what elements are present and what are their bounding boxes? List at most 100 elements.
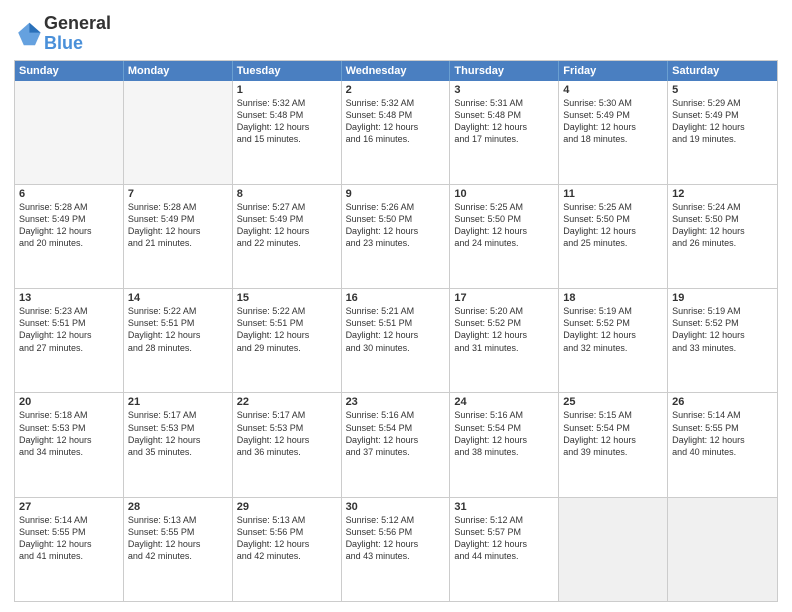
calendar-cell: 13Sunrise: 5:23 AMSunset: 5:51 PMDayligh… [15, 289, 124, 392]
day-number: 30 [346, 501, 446, 513]
cell-info: Sunrise: 5:27 AMSunset: 5:49 PMDaylight:… [237, 201, 337, 250]
calendar-cell: 27Sunrise: 5:14 AMSunset: 5:55 PMDayligh… [15, 498, 124, 601]
cell-info: Sunrise: 5:19 AMSunset: 5:52 PMDaylight:… [563, 305, 663, 354]
calendar-cell: 19Sunrise: 5:19 AMSunset: 5:52 PMDayligh… [668, 289, 777, 392]
page: General Blue SundayMondayTuesdayWednesda… [0, 0, 792, 612]
calendar-cell: 20Sunrise: 5:18 AMSunset: 5:53 PMDayligh… [15, 393, 124, 496]
cell-info: Sunrise: 5:32 AMSunset: 5:48 PMDaylight:… [237, 97, 337, 146]
weekday-header: Sunday [15, 61, 124, 81]
cell-info: Sunrise: 5:25 AMSunset: 5:50 PMDaylight:… [563, 201, 663, 250]
cell-info: Sunrise: 5:26 AMSunset: 5:50 PMDaylight:… [346, 201, 446, 250]
day-number: 8 [237, 188, 337, 200]
calendar-cell: 22Sunrise: 5:17 AMSunset: 5:53 PMDayligh… [233, 393, 342, 496]
calendar-cell: 23Sunrise: 5:16 AMSunset: 5:54 PMDayligh… [342, 393, 451, 496]
cell-info: Sunrise: 5:25 AMSunset: 5:50 PMDaylight:… [454, 201, 554, 250]
day-number: 6 [19, 188, 119, 200]
day-number: 24 [454, 396, 554, 408]
calendar-cell: 2Sunrise: 5:32 AMSunset: 5:48 PMDaylight… [342, 81, 451, 184]
calendar-cell: 24Sunrise: 5:16 AMSunset: 5:54 PMDayligh… [450, 393, 559, 496]
cell-info: Sunrise: 5:14 AMSunset: 5:55 PMDaylight:… [672, 409, 773, 458]
day-number: 12 [672, 188, 773, 200]
cell-info: Sunrise: 5:22 AMSunset: 5:51 PMDaylight:… [237, 305, 337, 354]
calendar-cell: 31Sunrise: 5:12 AMSunset: 5:57 PMDayligh… [450, 498, 559, 601]
day-number: 18 [563, 292, 663, 304]
calendar-cell: 30Sunrise: 5:12 AMSunset: 5:56 PMDayligh… [342, 498, 451, 601]
weekday-header: Wednesday [342, 61, 451, 81]
calendar-cell [124, 81, 233, 184]
calendar-cell: 28Sunrise: 5:13 AMSunset: 5:55 PMDayligh… [124, 498, 233, 601]
cell-info: Sunrise: 5:15 AMSunset: 5:54 PMDaylight:… [563, 409, 663, 458]
calendar-header: SundayMondayTuesdayWednesdayThursdayFrid… [15, 61, 777, 81]
day-number: 29 [237, 501, 337, 513]
cell-info: Sunrise: 5:16 AMSunset: 5:54 PMDaylight:… [454, 409, 554, 458]
day-number: 9 [346, 188, 446, 200]
calendar-cell [668, 498, 777, 601]
weekday-header: Tuesday [233, 61, 342, 81]
day-number: 17 [454, 292, 554, 304]
calendar-cell: 5Sunrise: 5:29 AMSunset: 5:49 PMDaylight… [668, 81, 777, 184]
day-number: 19 [672, 292, 773, 304]
cell-info: Sunrise: 5:13 AMSunset: 5:55 PMDaylight:… [128, 514, 228, 563]
calendar-cell: 11Sunrise: 5:25 AMSunset: 5:50 PMDayligh… [559, 185, 668, 288]
calendar-row: 20Sunrise: 5:18 AMSunset: 5:53 PMDayligh… [15, 392, 777, 496]
cell-info: Sunrise: 5:28 AMSunset: 5:49 PMDaylight:… [128, 201, 228, 250]
cell-info: Sunrise: 5:28 AMSunset: 5:49 PMDaylight:… [19, 201, 119, 250]
calendar-cell: 10Sunrise: 5:25 AMSunset: 5:50 PMDayligh… [450, 185, 559, 288]
calendar-cell: 29Sunrise: 5:13 AMSunset: 5:56 PMDayligh… [233, 498, 342, 601]
cell-info: Sunrise: 5:18 AMSunset: 5:53 PMDaylight:… [19, 409, 119, 458]
calendar-cell: 6Sunrise: 5:28 AMSunset: 5:49 PMDaylight… [15, 185, 124, 288]
calendar-body: 1Sunrise: 5:32 AMSunset: 5:48 PMDaylight… [15, 81, 777, 601]
calendar-cell: 25Sunrise: 5:15 AMSunset: 5:54 PMDayligh… [559, 393, 668, 496]
day-number: 13 [19, 292, 119, 304]
cell-info: Sunrise: 5:23 AMSunset: 5:51 PMDaylight:… [19, 305, 119, 354]
cell-info: Sunrise: 5:22 AMSunset: 5:51 PMDaylight:… [128, 305, 228, 354]
cell-info: Sunrise: 5:32 AMSunset: 5:48 PMDaylight:… [346, 97, 446, 146]
cell-info: Sunrise: 5:24 AMSunset: 5:50 PMDaylight:… [672, 201, 773, 250]
calendar-row: 27Sunrise: 5:14 AMSunset: 5:55 PMDayligh… [15, 497, 777, 601]
day-number: 11 [563, 188, 663, 200]
calendar-cell: 21Sunrise: 5:17 AMSunset: 5:53 PMDayligh… [124, 393, 233, 496]
cell-info: Sunrise: 5:14 AMSunset: 5:55 PMDaylight:… [19, 514, 119, 563]
calendar-cell: 8Sunrise: 5:27 AMSunset: 5:49 PMDaylight… [233, 185, 342, 288]
calendar-cell: 26Sunrise: 5:14 AMSunset: 5:55 PMDayligh… [668, 393, 777, 496]
calendar-cell: 7Sunrise: 5:28 AMSunset: 5:49 PMDaylight… [124, 185, 233, 288]
calendar-cell: 18Sunrise: 5:19 AMSunset: 5:52 PMDayligh… [559, 289, 668, 392]
day-number: 16 [346, 292, 446, 304]
cell-info: Sunrise: 5:19 AMSunset: 5:52 PMDaylight:… [672, 305, 773, 354]
day-number: 10 [454, 188, 554, 200]
weekday-header: Friday [559, 61, 668, 81]
day-number: 28 [128, 501, 228, 513]
day-number: 7 [128, 188, 228, 200]
calendar-cell: 3Sunrise: 5:31 AMSunset: 5:48 PMDaylight… [450, 81, 559, 184]
weekday-header: Thursday [450, 61, 559, 81]
calendar-row: 1Sunrise: 5:32 AMSunset: 5:48 PMDaylight… [15, 81, 777, 184]
calendar-cell: 14Sunrise: 5:22 AMSunset: 5:51 PMDayligh… [124, 289, 233, 392]
calendar-cell: 17Sunrise: 5:20 AMSunset: 5:52 PMDayligh… [450, 289, 559, 392]
calendar-cell: 16Sunrise: 5:21 AMSunset: 5:51 PMDayligh… [342, 289, 451, 392]
cell-info: Sunrise: 5:12 AMSunset: 5:57 PMDaylight:… [454, 514, 554, 563]
calendar-cell: 9Sunrise: 5:26 AMSunset: 5:50 PMDaylight… [342, 185, 451, 288]
day-number: 26 [672, 396, 773, 408]
cell-info: Sunrise: 5:17 AMSunset: 5:53 PMDaylight:… [128, 409, 228, 458]
logo-icon [14, 20, 42, 48]
day-number: 4 [563, 84, 663, 96]
calendar-cell: 4Sunrise: 5:30 AMSunset: 5:49 PMDaylight… [559, 81, 668, 184]
day-number: 20 [19, 396, 119, 408]
calendar: SundayMondayTuesdayWednesdayThursdayFrid… [14, 60, 778, 602]
weekday-header: Saturday [668, 61, 777, 81]
day-number: 23 [346, 396, 446, 408]
logo: General Blue [14, 14, 111, 54]
day-number: 31 [454, 501, 554, 513]
cell-info: Sunrise: 5:20 AMSunset: 5:52 PMDaylight:… [454, 305, 554, 354]
calendar-row: 13Sunrise: 5:23 AMSunset: 5:51 PMDayligh… [15, 288, 777, 392]
cell-info: Sunrise: 5:30 AMSunset: 5:49 PMDaylight:… [563, 97, 663, 146]
cell-info: Sunrise: 5:12 AMSunset: 5:56 PMDaylight:… [346, 514, 446, 563]
day-number: 27 [19, 501, 119, 513]
calendar-row: 6Sunrise: 5:28 AMSunset: 5:49 PMDaylight… [15, 184, 777, 288]
header: General Blue [14, 10, 778, 54]
day-number: 1 [237, 84, 337, 96]
calendar-cell [15, 81, 124, 184]
calendar-cell: 1Sunrise: 5:32 AMSunset: 5:48 PMDaylight… [233, 81, 342, 184]
day-number: 21 [128, 396, 228, 408]
cell-info: Sunrise: 5:17 AMSunset: 5:53 PMDaylight:… [237, 409, 337, 458]
